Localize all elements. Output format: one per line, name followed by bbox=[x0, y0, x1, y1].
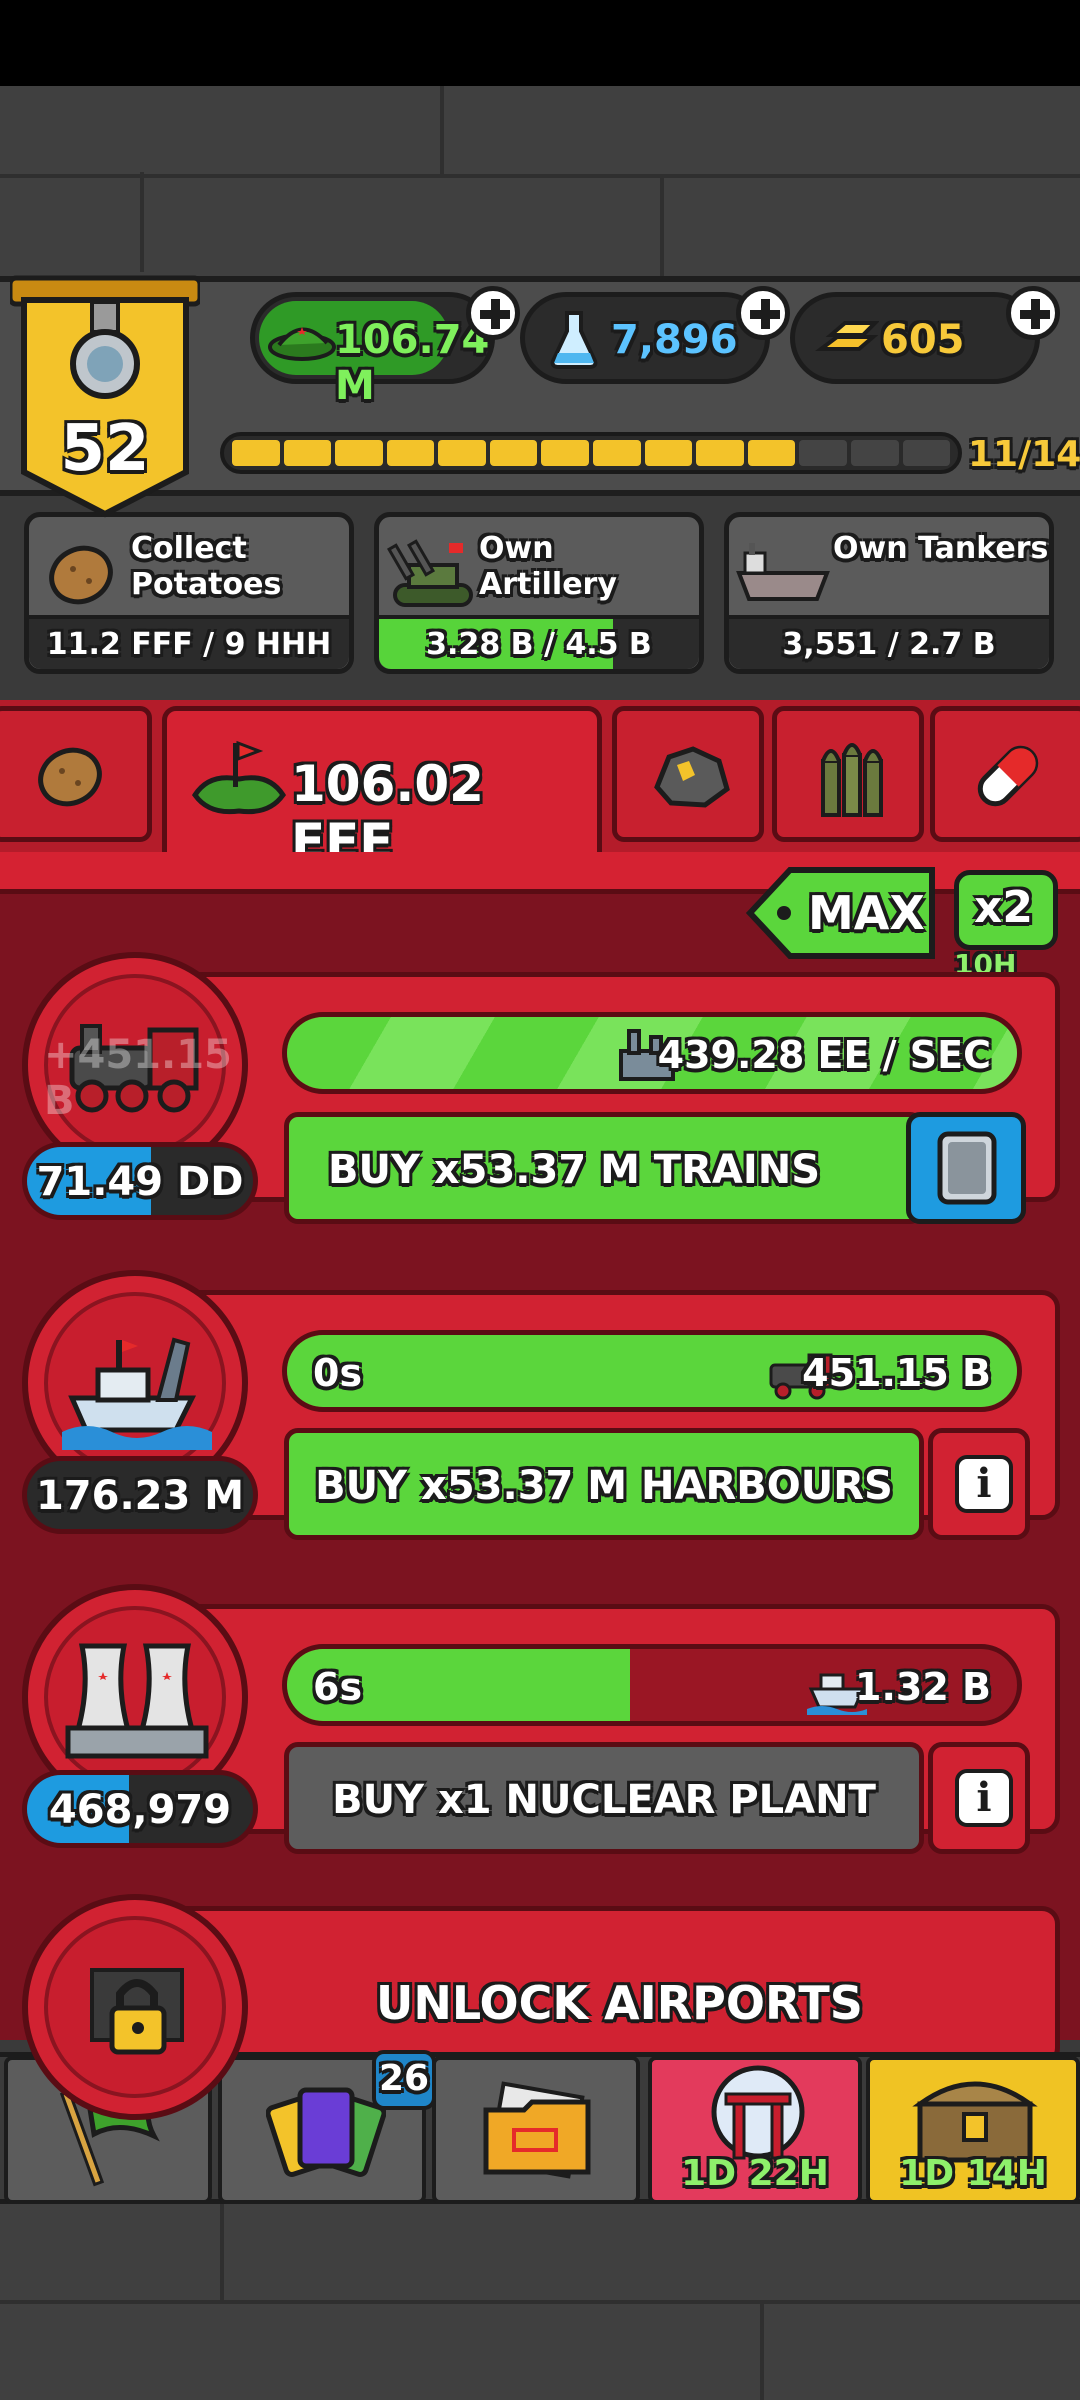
add-science-button[interactable] bbox=[736, 286, 790, 340]
artillery-icon bbox=[387, 539, 473, 607]
event-timer: 1D 22H bbox=[681, 2153, 829, 2194]
nav-chests-button[interactable]: 1D 14H bbox=[866, 2056, 1080, 2204]
quest-own-tankers[interactable]: Own Tankers 3,551 / 2.7 B bbox=[724, 512, 1054, 674]
quest-value: 11.2 FFF / 9 HHH bbox=[46, 627, 332, 662]
nuclear-plant-timer: 6s bbox=[313, 1665, 363, 1709]
harbours-timer: 0s bbox=[313, 1351, 363, 1395]
quest-title: Own Artillery bbox=[479, 531, 617, 602]
harbours-count: 176.23 M bbox=[22, 1456, 258, 1534]
max-buy-toggle[interactable]: MAX bbox=[746, 864, 938, 962]
trains-production-bar: 439.28 EE / SEC bbox=[282, 1012, 1022, 1094]
card-upgrade-button[interactable] bbox=[906, 1112, 1032, 1232]
quest-progress: 11.2 FFF / 9 HHH bbox=[29, 615, 349, 669]
folder-icon bbox=[483, 2081, 591, 2179]
ship-icon bbox=[62, 1337, 212, 1450]
trains-rate: 439.28 EE / SEC bbox=[657, 1033, 991, 1077]
land-flag-icon bbox=[191, 740, 287, 815]
info-icon: i bbox=[955, 1769, 1013, 1827]
nuclear-plant-info-button[interactable]: i bbox=[928, 1742, 1030, 1854]
add-cash-button[interactable] bbox=[466, 286, 520, 340]
cards-count-badge: 26 bbox=[372, 2050, 436, 2110]
science-value: 7,896 bbox=[611, 317, 738, 363]
quest-progress: 3,551 / 2.7 B bbox=[729, 615, 1049, 669]
bullets-icon bbox=[821, 743, 883, 817]
card-icon bbox=[937, 1131, 997, 1205]
cards-icon bbox=[266, 2087, 386, 2177]
cash-currency[interactable]: 106.74 M bbox=[250, 292, 495, 409]
tab-potato[interactable] bbox=[0, 706, 152, 842]
ore-icon bbox=[654, 746, 730, 808]
science-currency[interactable]: 7,896 bbox=[520, 292, 770, 384]
quest-title: Own Tankers bbox=[833, 531, 1049, 566]
gold-currency[interactable]: 605 bbox=[790, 292, 1040, 384]
nuclear-plant-production-bar: 6s 1.32 B bbox=[282, 1644, 1022, 1726]
buy-harbours-button[interactable]: BUY x53.37 M HARBOURS bbox=[284, 1428, 924, 1540]
level-badge[interactable]: 52 bbox=[7, 272, 203, 522]
tab-land[interactable]: 106.02 EEE bbox=[162, 706, 602, 871]
tab-bullets[interactable] bbox=[772, 706, 924, 842]
padlock-icon bbox=[90, 1968, 184, 2055]
quest-value: 3.28 B / 4.5 B bbox=[426, 627, 652, 662]
x2-boost-button[interactable]: x2 10H 47M bbox=[950, 866, 1072, 1014]
unlock-airports-label: UNLOCK AIRPORTS bbox=[376, 1976, 863, 2030]
quest-value: 3,551 / 2.7 B bbox=[782, 627, 996, 662]
tab-pill[interactable] bbox=[930, 706, 1080, 842]
quest-own-artillery[interactable]: Own Artillery 3.28 B / 4.5 B bbox=[374, 512, 704, 674]
nuclear-plant-icon bbox=[65, 1643, 209, 1759]
quest-progress: 3.28 B / 4.5 B bbox=[379, 615, 699, 669]
level-number: 52 bbox=[60, 412, 150, 486]
tab-ore[interactable] bbox=[612, 706, 764, 842]
buy-nuclear-plant-button[interactable]: BUY x1 NUCLEAR PLANT bbox=[284, 1742, 924, 1854]
nav-intel-button[interactable] bbox=[432, 2056, 640, 2204]
harbours-info-button[interactable]: i bbox=[928, 1428, 1030, 1540]
trains-count: 71.49 DD bbox=[22, 1142, 258, 1220]
brick-wall-background bbox=[0, 86, 1080, 276]
level-progress-bar bbox=[220, 432, 962, 474]
max-label: MAX bbox=[808, 886, 925, 940]
floating-gain: +451.15 B bbox=[44, 1032, 232, 1124]
airports-icon-circle[interactable] bbox=[22, 1894, 248, 2120]
buy-trains-button[interactable]: BUY x53.37 M TRAINS bbox=[284, 1112, 924, 1224]
gold-bars-icon bbox=[815, 321, 879, 351]
level-progress-label: 11/14 bbox=[968, 434, 1080, 475]
nuclear-plant-income: 1.32 B bbox=[855, 1665, 991, 1709]
gold-value: 605 bbox=[881, 317, 965, 363]
x2-label: x2 bbox=[974, 882, 1033, 933]
pill-icon bbox=[977, 745, 1039, 807]
potato-icon bbox=[38, 747, 102, 807]
status-bar bbox=[0, 0, 1080, 86]
nav-event-button[interactable]: 1D 22H bbox=[648, 2056, 862, 2204]
cash-value: 106.74 M bbox=[335, 317, 490, 409]
quest-title: Collect Potatoes bbox=[131, 531, 282, 602]
chest-timer: 1D 14H bbox=[899, 2153, 1047, 2194]
quest-collect-potatoes[interactable]: Collect Potatoes 11.2 FFF / 9 HHH bbox=[24, 512, 354, 674]
tanker-icon bbox=[736, 543, 830, 601]
nuclear-plant-count: 468,979 bbox=[22, 1770, 258, 1848]
harbours-income: 451.15 B bbox=[802, 1351, 991, 1395]
potato-icon bbox=[49, 545, 113, 605]
soldier-cap-icon bbox=[268, 327, 336, 361]
harbours-production-bar: 0s 451.15 B bbox=[282, 1330, 1022, 1412]
flask-icon bbox=[550, 311, 598, 369]
info-icon: i bbox=[955, 1455, 1013, 1513]
add-gold-button[interactable] bbox=[1006, 286, 1060, 340]
brick-wall-background-bottom bbox=[0, 2204, 1080, 2400]
